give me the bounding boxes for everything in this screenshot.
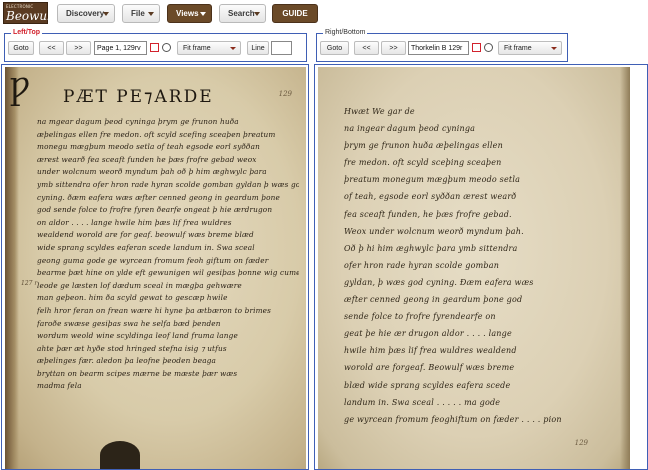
text-line: faroðe swæse gesiþas swa he selfa bæd þe… xyxy=(37,318,221,328)
text-line: blæd wide sprang scyldes eafera scede xyxy=(344,380,511,390)
right-page-field[interactable]: Thorkelin B 129r xyxy=(408,41,469,55)
search-menu-button[interactable]: Search xyxy=(219,4,266,23)
text-line: ge wyrcean fromum feoghiftum on fæder . … xyxy=(344,414,562,424)
views-menu-button[interactable]: Views xyxy=(167,4,212,23)
text-line: ofer hron rade hyran scolde gomban xyxy=(344,260,500,270)
file-label: File xyxy=(131,9,145,18)
logo-title: Beowulf xyxy=(6,9,56,23)
text-line: Oð þ hi him æghwylc þara ymb sittendra xyxy=(344,243,518,253)
text-line: geat þe hie ær drugon aldor . . . . lang… xyxy=(344,329,512,339)
chevron-down-icon xyxy=(254,12,260,16)
right-sync-checkbox[interactable] xyxy=(472,43,481,52)
left-line-input[interactable] xyxy=(271,41,292,55)
right-next-button[interactable]: >> xyxy=(381,41,406,55)
manuscript-text-block: na mgear dagum þeod cyninga þrym ge frun… xyxy=(37,116,299,393)
right-prev-button[interactable]: << xyxy=(354,41,379,55)
text-line: geong guma gode ge wyrcean fromum feoh g… xyxy=(37,255,269,265)
text-line: sende folce to frofre fyrendearfe on xyxy=(344,312,496,322)
left-radio-button[interactable] xyxy=(162,43,171,52)
guide-label: GUIDE xyxy=(282,9,308,18)
left-next-button[interactable]: >> xyxy=(66,41,91,55)
text-line: æþelingas ellen fre medon. oft scyld sce… xyxy=(37,129,276,139)
text-line: gyldan, þ wæs god cyning. Ðæm eafera wæs xyxy=(344,277,534,287)
manuscript-heading: PÆT PE⁊ARDE xyxy=(63,87,214,107)
text-line: of teah, egsode eorl syððan ærest wearð xyxy=(344,192,517,202)
manuscript-initial: Ƿ xyxy=(9,73,32,108)
text-line: god sende folce to frofre fyren ðearfe o… xyxy=(37,205,273,215)
text-line: wide sprang scyldes eaferan scede landum… xyxy=(37,242,255,252)
text-line: felh hror feran on frean wære hi hyne þa… xyxy=(37,305,272,315)
text-line: na mgear dagum þeod cyninga þrym ge frun… xyxy=(37,117,239,126)
text-line: Hwæt We gar de xyxy=(344,107,415,116)
guide-button[interactable]: GUIDE xyxy=(272,4,318,23)
text-line: madma fela xyxy=(37,381,82,391)
right-radio-button[interactable] xyxy=(484,43,493,52)
left-panel-controls: Left/Top Goto << >> Page 1, 129rv Fit fr… xyxy=(4,29,307,62)
text-line: man geþeon. him ða scyld gewat to gescæp… xyxy=(37,293,228,303)
text-line: æþelinges fær. aledon þa leofne þeoden b… xyxy=(37,356,217,366)
text-line: worold are forgeaf. Beowulf wæs breme xyxy=(344,363,515,373)
text-line: æfter cenned geong in geardum þone god xyxy=(344,295,523,305)
chevron-down-icon xyxy=(103,12,109,16)
chevron-down-icon xyxy=(148,12,154,16)
left-image-viewer[interactable]: Ƿ PÆT PE⁊ARDE 129 127 r na mgear dagum þ… xyxy=(1,64,309,470)
text-line: na ingear dagum þeod cyninga xyxy=(344,124,476,134)
right-fit-label: Fit frame xyxy=(504,44,532,52)
left-prev-button[interactable]: << xyxy=(39,41,64,55)
text-line: bearme þæt hine on ylde eft gewunigen wi… xyxy=(37,268,299,278)
left-fit-select[interactable]: Fit frame xyxy=(177,41,241,55)
text-line: monegu mægþum meodo setla of teah egsode… xyxy=(37,142,260,152)
electronic-beowulf-logo[interactable]: ELECTRONIC Beowulf xyxy=(3,2,55,24)
file-menu-button[interactable]: File xyxy=(122,4,160,23)
text-line: under wolcnum weorð myndum þah oð þ him … xyxy=(37,167,267,177)
left-page-field[interactable]: Page 1, 129rv xyxy=(94,41,147,55)
left-manuscript-image[interactable]: Ƿ PÆT PE⁊ARDE 129 127 r na mgear dagum þ… xyxy=(5,67,306,469)
text-line: ymb sittendra ofer hron rade hyran scold… xyxy=(37,179,299,189)
discovery-menu-button[interactable]: Discovery xyxy=(57,4,115,23)
left-fit-label: Fit frame xyxy=(183,44,211,52)
search-label: Search xyxy=(228,9,255,18)
text-line: leode ge læsten lof dædum sceal in mægþa… xyxy=(37,280,242,290)
text-line: þreatum monegum mægþum meodo setla xyxy=(344,175,521,185)
text-line: ahte þær æt hyðe stod hringed stefna isi… xyxy=(37,343,227,353)
right-image-viewer[interactable]: Hwæt We gar de na ingear dagum þeod cynin… xyxy=(314,64,648,470)
views-label: Views xyxy=(176,9,199,18)
folio-number-bottom: 129 xyxy=(574,439,588,447)
text-line: wordum weold wine scyldinga leof land fr… xyxy=(37,331,238,341)
discovery-label: Discovery xyxy=(66,9,105,18)
text-line: þrym ge frunon huða æþelingas ellen xyxy=(344,141,503,151)
right-fit-select[interactable]: Fit frame xyxy=(498,41,562,55)
right-goto-button[interactable]: Goto xyxy=(320,41,349,55)
text-line: hwile him þæs lif frea wuldres wealdend xyxy=(344,346,517,356)
left-goto-button[interactable]: Goto xyxy=(8,41,34,55)
transcript-text-block: Hwæt We gar de na ingear dagum þeod cynin… xyxy=(344,103,614,428)
left-panel-legend: Left/Top xyxy=(11,29,43,36)
chevron-down-icon xyxy=(230,47,236,50)
chevron-down-icon xyxy=(200,12,206,16)
chevron-down-icon xyxy=(551,47,557,50)
left-line-button[interactable]: Line xyxy=(247,41,269,55)
folio-number-top: 129 xyxy=(278,90,292,98)
text-line: Weox under wolcnum weorð myndum þah. xyxy=(344,226,524,236)
margin-mark: 127 r xyxy=(21,280,38,287)
text-line: fre medon. oft scyld sceþing sceaþen xyxy=(344,158,502,168)
text-line: fea sceaft funden, he þæs frofre gebad. xyxy=(344,209,512,219)
text-line: cyning. ðæm eafera wæs æfter cenned geon… xyxy=(37,192,280,202)
text-line: ærest wearð fea sceaft funden he þæs fro… xyxy=(37,154,257,164)
right-transcript-image[interactable]: Hwæt We gar de na ingear dagum þeod cynin… xyxy=(318,67,630,469)
text-line: bryttan on bearm scipes mærne be mæste þ… xyxy=(37,368,238,378)
text-line: on aldor . . . . lange hwile him þæs lif… xyxy=(37,217,232,227)
left-sync-checkbox[interactable] xyxy=(150,43,159,52)
text-line: wealdend worold are for geaf. beowulf wæ… xyxy=(37,230,254,240)
top-toolbar: ELECTRONIC Beowulf Discovery File Views … xyxy=(0,0,648,28)
right-panel-controls: Right/Bottom Goto << >> Thorkelin B 129r… xyxy=(316,29,568,62)
right-panel-legend: Right/Bottom xyxy=(323,29,368,36)
text-line: landum in. Swa sceal . . . . . ma gode xyxy=(344,397,501,407)
